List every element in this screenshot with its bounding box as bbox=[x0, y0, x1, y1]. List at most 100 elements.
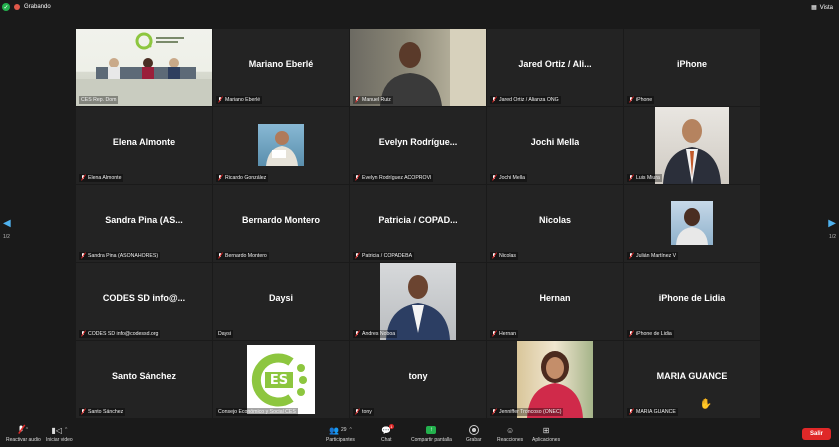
muted-mic-icon bbox=[355, 97, 359, 103]
participant-name-label: Mariano Eberlé bbox=[216, 96, 263, 104]
unmute-audio-button[interactable]: ^ Reactivar audio bbox=[6, 425, 41, 443]
participant-display-name: Evelyn Rodrígue... bbox=[378, 136, 458, 147]
participant-display-name: iPhone de Lidia bbox=[658, 292, 726, 303]
security-shield-icon[interactable]: ✓ bbox=[2, 3, 10, 11]
muted-mic-icon bbox=[218, 253, 222, 259]
participant-tile[interactable]: Elena Almonte Elena Almonte bbox=[76, 107, 212, 184]
participant-name-label: Evelyn Rodríguez ACOPROVI bbox=[353, 174, 434, 182]
participant-grid: CES Rep. Dom Mariano Eberlé Mariano Eber… bbox=[76, 29, 760, 418]
participant-tile[interactable]: Nicolas Nicolas bbox=[487, 185, 623, 262]
muted-mic-icon bbox=[355, 253, 359, 259]
participant-tile[interactable]: MARIA GUANCE ✋ MARIA GUANCE bbox=[624, 341, 760, 418]
meeting-toolbar: ^ Reactivar audio ▮◁ ^ Iniciar video 👥 29 ^… bbox=[0, 423, 839, 447]
chat-badge: 1 bbox=[389, 424, 394, 429]
muted-mic-icon bbox=[81, 409, 85, 415]
caret-up-icon[interactable]: ^ bbox=[26, 427, 28, 433]
participant-tile[interactable]: iPhone iPhone bbox=[624, 29, 760, 106]
participant-tile[interactable]: Jared Ortiz / Ali... Jared Ortiz / Alian… bbox=[487, 29, 623, 106]
participant-tile[interactable]: Jochi Mella Jochi Mella bbox=[487, 107, 623, 184]
previous-page-arrow-icon[interactable]: ◀ bbox=[3, 218, 11, 229]
participant-display-name: Mariano Eberlé bbox=[248, 58, 314, 69]
start-video-button[interactable]: ▮◁ ^ Iniciar video bbox=[46, 425, 73, 444]
participant-tile[interactable]: Daysi Daysi bbox=[213, 263, 349, 340]
participant-tile[interactable]: tony tony bbox=[350, 341, 486, 418]
participant-name-label: Andres Noboa bbox=[353, 330, 398, 338]
participant-name-label: Jared Ortiz / Alianza ONG bbox=[490, 96, 561, 104]
participant-display-name: Santo Sánchez bbox=[111, 370, 176, 381]
participant-tile[interactable]: CES Rep. Dom bbox=[76, 29, 212, 106]
grid-icon: ▦ bbox=[811, 5, 817, 11]
profile-photo-ricardo bbox=[258, 124, 304, 166]
muted-mic-icon bbox=[629, 331, 633, 337]
participant-display-name: Elena Almonte bbox=[112, 136, 176, 147]
participant-tile[interactable]: Bernardo Montero Bernardo Montero bbox=[213, 185, 349, 262]
share-screen-button[interactable]: ↑ Compartir pantalla bbox=[411, 425, 452, 443]
participant-name-label: MARIA GUANCE bbox=[627, 408, 678, 416]
participant-display-name: Jared Ortiz / Ali... bbox=[518, 58, 592, 69]
page-indicator-right: 1/2 bbox=[829, 234, 836, 240]
profile-photo-julian bbox=[671, 201, 713, 245]
participant-name-label: Consejo Económico y Social CES bbox=[216, 408, 298, 416]
participant-tile[interactable]: iPhone de Lidia iPhone de Lidia bbox=[624, 263, 760, 340]
participant-name-label: CES Rep. Dom bbox=[79, 96, 119, 104]
participant-tile[interactable]: Manuel Ruiz bbox=[350, 29, 486, 106]
participant-tile[interactable]: Andres Noboa bbox=[350, 263, 486, 340]
participants-button[interactable]: 👥 29 ^ Participantes bbox=[326, 425, 355, 444]
participant-name-label: Manuel Ruiz bbox=[353, 96, 393, 104]
participant-display-name: Hernan bbox=[539, 292, 571, 303]
participant-name-label: Nicolas bbox=[490, 252, 519, 260]
muted-mic-icon bbox=[629, 409, 633, 415]
leave-button[interactable]: Salir bbox=[801, 428, 831, 440]
apps-button[interactable]: ⊞ Aplicaciones bbox=[532, 425, 560, 444]
muted-mic-icon bbox=[355, 409, 359, 415]
participant-display-name: iPhone bbox=[676, 58, 707, 69]
video-feed-room bbox=[76, 29, 212, 106]
view-button[interactable]: ▦ Vista bbox=[811, 4, 833, 12]
participant-name-label: iPhone de Lidia bbox=[627, 330, 674, 338]
participant-tile[interactable]: Patricia / COPAD... Patricia / COPADEBA bbox=[350, 185, 486, 262]
participant-tile[interactable]: Sandra Pina (AS... Sandra Pina (ASONAHOR… bbox=[76, 185, 212, 262]
reactions-icon: ☺ bbox=[505, 425, 515, 435]
participant-name-label: Daysi bbox=[216, 330, 233, 338]
participant-name-label: tony bbox=[353, 408, 374, 416]
participant-name-label: Bernardo Montero bbox=[216, 252, 269, 260]
top-bar: ✓ Grabando ▦ Vista bbox=[0, 0, 839, 16]
video-feed-manuel bbox=[350, 29, 486, 106]
participant-tile[interactable]: Jenniffer Troncoso (ONEC) bbox=[487, 341, 623, 418]
participant-display-name: MARIA GUANCE bbox=[656, 370, 728, 381]
participant-name-label: Elena Almonte bbox=[79, 174, 124, 182]
participant-tile[interactable]: Evelyn Rodrígue... Evelyn Rodríguez ACOP… bbox=[350, 107, 486, 184]
participant-tile[interactable]: Mariano Eberlé Mariano Eberlé bbox=[213, 29, 349, 106]
record-icon bbox=[468, 425, 479, 435]
participant-display-name: Sandra Pina (AS... bbox=[105, 214, 183, 225]
chat-button[interactable]: 💬 1 Chat bbox=[381, 424, 394, 443]
participant-name-label: Hernan bbox=[490, 330, 519, 338]
participant-tile[interactable]: Santo Sánchez Santo Sánchez bbox=[76, 341, 212, 418]
record-dot-icon bbox=[14, 4, 20, 10]
profile-photo-jenniffer bbox=[517, 341, 593, 418]
participant-tile[interactable]: Hernan Hernan bbox=[487, 263, 623, 340]
record-button[interactable]: Grabar bbox=[466, 425, 482, 443]
page-indicator-left: 1/2 bbox=[3, 234, 10, 240]
caret-up-icon[interactable]: ^ bbox=[65, 427, 67, 433]
caret-up-icon[interactable]: ^ bbox=[350, 427, 352, 433]
muted-mic-icon bbox=[492, 175, 496, 181]
raised-hand-icon: ✋ bbox=[699, 399, 712, 410]
participant-name-label: Jenniffer Troncoso (ONEC) bbox=[490, 408, 564, 416]
participant-tile[interactable]: Julián Martínez V bbox=[624, 185, 760, 262]
reactions-button[interactable]: ☺ Reacciones bbox=[497, 425, 523, 444]
participant-tile[interactable]: Ricardo González bbox=[213, 107, 349, 184]
participant-tile[interactable]: CODES SD info@... CODES SD info@codessd.… bbox=[76, 263, 212, 340]
share-screen-icon: ↑ bbox=[426, 426, 437, 434]
participant-display-name: Daysi bbox=[268, 292, 294, 303]
participant-tile[interactable]: ES Consejo Económico y Social CES bbox=[213, 341, 349, 418]
participant-display-name: Patricia / COPAD... bbox=[378, 214, 458, 225]
muted-mic-icon bbox=[492, 331, 496, 337]
participant-display-name: CODES SD info@... bbox=[102, 292, 186, 303]
muted-mic-icon bbox=[629, 253, 633, 259]
muted-mic-icon bbox=[81, 331, 85, 337]
recording-indicator: Grabando bbox=[14, 4, 51, 10]
next-page-arrow-icon[interactable]: ▶ bbox=[828, 218, 836, 229]
ces-logo-image: ES bbox=[247, 345, 315, 414]
participant-tile[interactable]: Luis Miura bbox=[624, 107, 760, 184]
